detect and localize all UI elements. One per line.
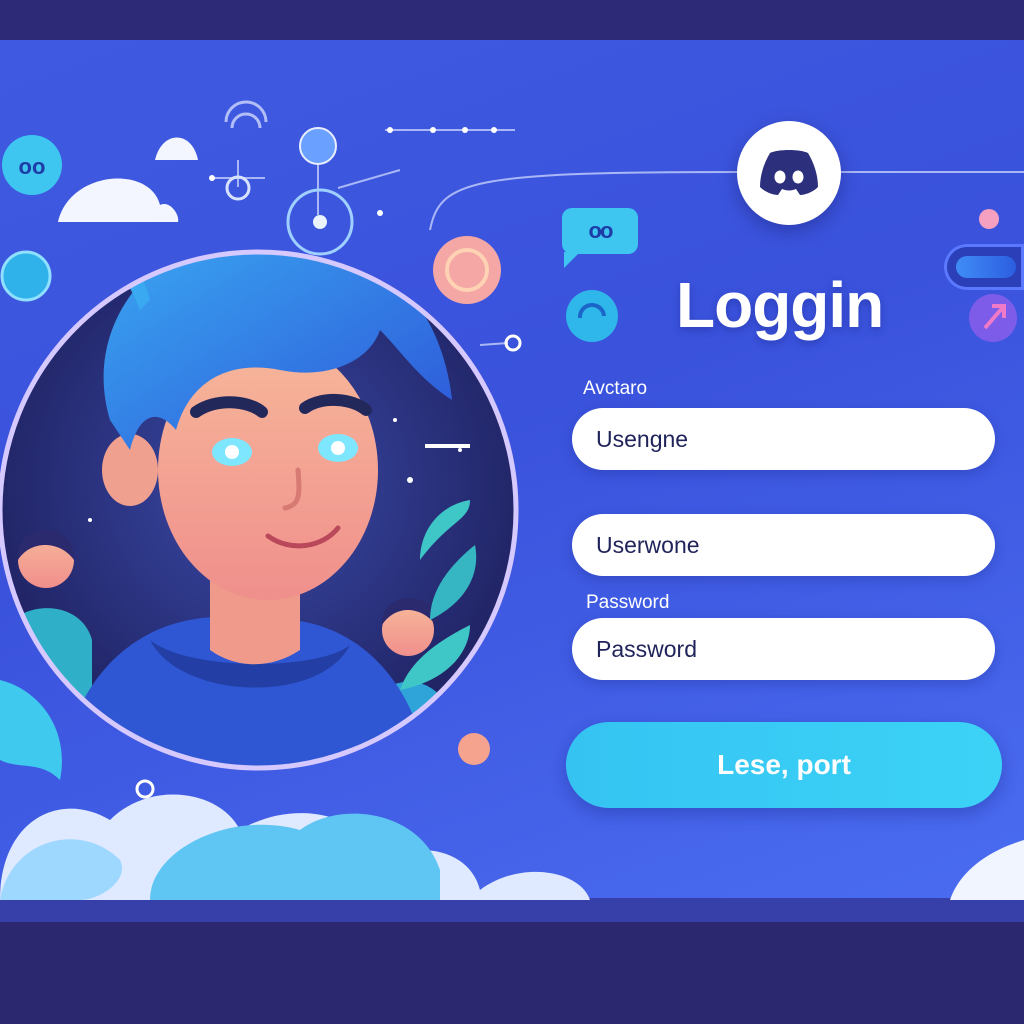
discord-logo-badge[interactable]	[737, 121, 841, 225]
cloud-bottom-right	[950, 840, 1024, 900]
float-bubble-glyph: oo	[19, 154, 46, 179]
cloud-small	[155, 137, 198, 160]
discord-logo-icon	[760, 150, 818, 195]
password-label: Password	[586, 592, 670, 613]
network-nodes	[209, 127, 497, 216]
chat-bubble-icon: oo	[562, 208, 638, 268]
network-node-end	[504, 334, 522, 352]
network-node-glow	[299, 127, 337, 165]
avatar-label: Avctaro	[583, 378, 648, 399]
float-bubble-pink	[433, 236, 501, 304]
float-bubble-small-pink	[979, 209, 999, 229]
network-node-dot	[313, 215, 327, 229]
portal-ring-dot	[135, 779, 155, 799]
chat-bubble-glyph: oo	[588, 218, 614, 243]
login-button[interactable]: Lese, port	[566, 722, 1002, 808]
float-bubble-orange	[458, 733, 490, 765]
float-bubble-blue	[0, 250, 52, 302]
side-toggle-knob	[956, 256, 1016, 278]
password-input[interactable]	[572, 618, 995, 680]
side-toggle[interactable]	[944, 244, 1024, 290]
float-bubble-teal	[566, 290, 618, 342]
cloud-top	[58, 178, 179, 222]
username-input[interactable]	[572, 408, 995, 470]
page-title: Loggin	[676, 269, 884, 341]
wave-left	[0, 680, 62, 780]
username-secondary-input[interactable]	[572, 514, 995, 576]
wifi-icon	[224, 100, 268, 129]
hero-illustration: oo	[0, 100, 1024, 900]
